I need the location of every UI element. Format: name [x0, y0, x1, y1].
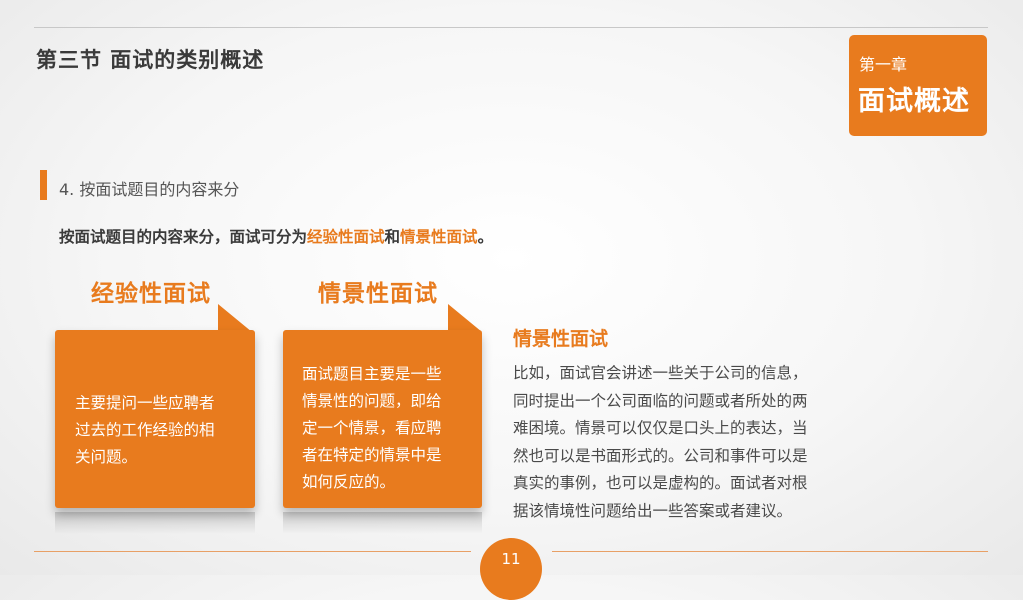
card-line: 定一个情景，看应聘 [302, 419, 442, 437]
lead-suffix: 。 [477, 228, 494, 246]
detail-line: 比如，面试官会讲述一些关于公司的信息， [513, 364, 808, 382]
card-tail-situational [448, 304, 482, 332]
footer-divider-right [552, 551, 988, 552]
lead-highlight-situational: 情景性面试 [400, 228, 478, 246]
lead-sentence: 按面试题目的内容来分，面试可分为经验性面试和情景性面试。 [59, 225, 493, 247]
lead-highlight-experience: 经验性面试 [307, 228, 385, 246]
card-heading-experience: 经验性面试 [91, 281, 211, 307]
card-heading-situational: 情景性面试 [318, 281, 438, 307]
detail-line: 真实的事例，也可以是虚构的。面试者对根 [513, 474, 808, 492]
lead-prefix: 按面试题目的内容来分，面试可分为 [59, 228, 308, 246]
card-tail-experience [218, 304, 252, 332]
card-line: 主要提问一些应聘者 [75, 394, 215, 412]
card-line: 关问题。 [75, 448, 138, 466]
card-situational: 面试题目主要是一些 情景性的问题，即给 定一个情景，看应聘 者在特定的情景中是 … [283, 330, 482, 508]
card-reflection [283, 512, 482, 534]
card-line: 面试题目主要是一些 [302, 365, 442, 383]
card-line: 过去的工作经验的相 [75, 421, 215, 439]
detail-line: 然也可以是书面形式的。公司和事件可以是 [513, 446, 808, 465]
chapter-badge: 第一章 面试概述 [849, 35, 987, 136]
page-number: 11 [480, 538, 542, 600]
detail-line: 同时提出一个公司面临的问题或者所处的两 [513, 391, 808, 410]
footer-divider-left [34, 551, 471, 552]
chapter-number: 第一章 [859, 55, 908, 74]
section-title: 4. 按面试题目的内容来分 [59, 180, 240, 199]
detail-line: 难困境。情景可以仅仅是口头上的表达，当 [513, 419, 808, 437]
detail-title: 情景性面试 [513, 328, 609, 350]
lead-middle: 和 [384, 228, 401, 246]
top-divider [34, 27, 988, 28]
card-reflection [55, 512, 255, 534]
page-title: 第三节 面试的类别概述 [36, 48, 265, 72]
card-experience: 主要提问一些应聘者 过去的工作经验的相 关问题。 [55, 330, 255, 508]
detail-body: 比如，面试官会讲述一些关于公司的信息， 同时提出一个公司面临的问题或者所处的两 … [513, 360, 843, 525]
card-line: 情景性的问题，即给 [302, 392, 442, 410]
card-line: 者在特定的情景中是 [302, 446, 442, 464]
card-line: 如何反应的。 [302, 473, 396, 491]
detail-line: 据该情境性问题给出一些答案或者建议。 [513, 501, 793, 520]
section-marker [40, 170, 47, 200]
chapter-title: 面试概述 [858, 86, 970, 117]
